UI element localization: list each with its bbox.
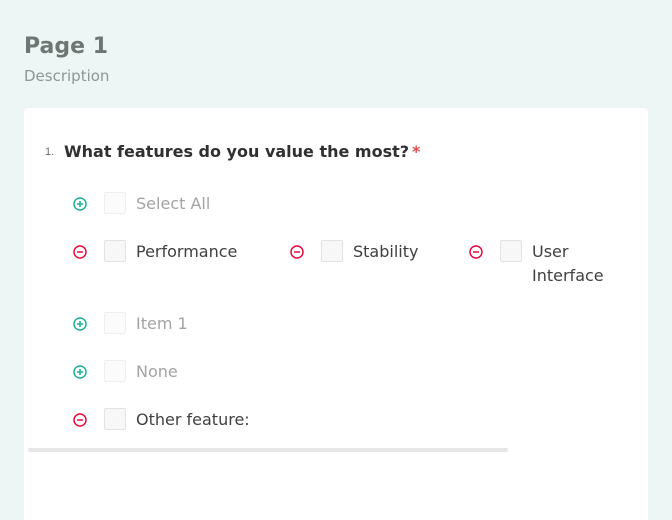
performance-checkbox[interactable] <box>104 240 126 262</box>
user-interface-label-line1: User <box>532 242 569 261</box>
stability-label: Stability <box>353 242 419 261</box>
page-description: Description <box>24 67 110 85</box>
add-none-icon[interactable] <box>73 365 87 379</box>
stability-checkbox[interactable] <box>321 240 343 262</box>
page-title: Page 1 <box>24 34 109 59</box>
remove-other-icon[interactable] <box>73 413 87 427</box>
other-checkbox[interactable] <box>104 408 126 430</box>
remove-stability-icon[interactable] <box>290 245 304 259</box>
question-title-text: What features do you value the most? <box>64 142 410 161</box>
required-mark: * <box>412 142 421 161</box>
performance-label: Performance <box>136 242 238 261</box>
remove-user-interface-icon[interactable] <box>469 245 483 259</box>
question-title: What features do you value the most? * <box>64 142 420 161</box>
remove-performance-icon[interactable] <box>73 245 87 259</box>
horizontal-scrollbar[interactable] <box>28 448 508 452</box>
add-item1-icon[interactable] <box>73 317 87 331</box>
item1-checkbox[interactable] <box>104 312 126 334</box>
item1-label: Item 1 <box>136 314 188 333</box>
none-checkbox[interactable] <box>104 360 126 382</box>
none-label: None <box>136 362 178 381</box>
user-interface-label-line2: Interface <box>532 266 604 285</box>
user-interface-checkbox[interactable] <box>500 240 522 262</box>
question-number: 1. <box>45 146 55 158</box>
select-all-label: Select All <box>136 194 211 213</box>
other-label: Other feature: <box>136 410 250 429</box>
select-all-checkbox[interactable] <box>104 192 126 214</box>
question-card: 1. What features do you value the most? *… <box>24 108 648 520</box>
add-select-all-icon[interactable] <box>73 197 87 211</box>
